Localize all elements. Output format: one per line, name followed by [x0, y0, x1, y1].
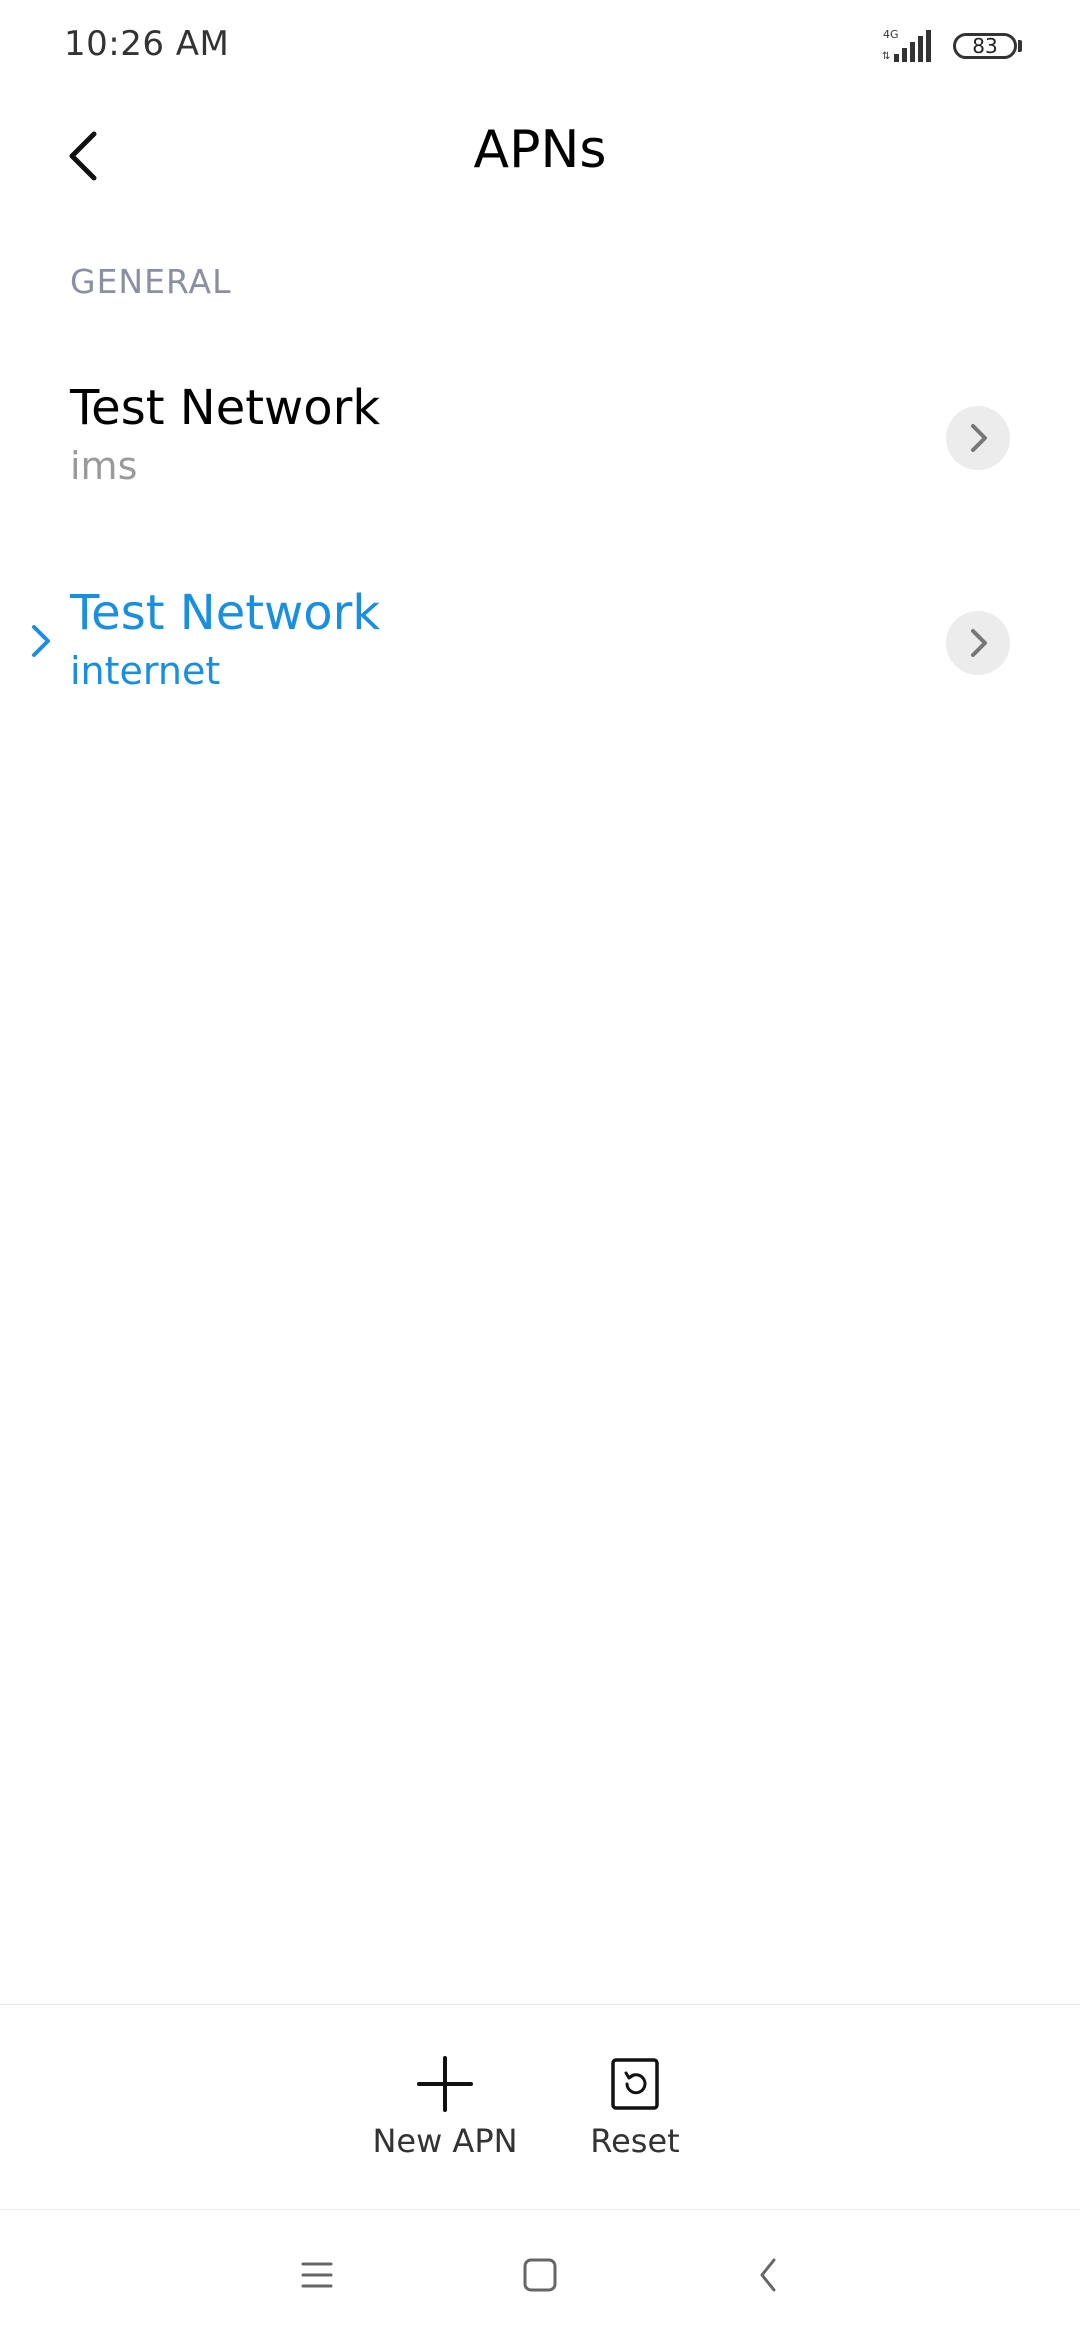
reset-button[interactable]: Reset — [550, 2040, 720, 2180]
svg-text:⇅: ⇅ — [882, 51, 890, 62]
new-apn-button[interactable]: New APN — [360, 2040, 530, 2180]
plus-icon — [417, 2056, 473, 2112]
new-apn-label: New APN — [372, 2122, 518, 2160]
system-navigation-bar — [0, 2210, 1080, 2340]
apn-details-button[interactable] — [946, 611, 1010, 675]
nav-back-icon[interactable] — [740, 2250, 800, 2300]
cellular-signal-icon: 4G ⇅ — [882, 28, 931, 62]
chevron-right-icon — [971, 424, 987, 452]
battery-tip — [1018, 40, 1022, 52]
selected-indicator-icon — [32, 625, 50, 657]
apn-type: ims — [70, 444, 138, 488]
apn-name: Test Network — [70, 380, 381, 436]
status-time: 10:26 AM — [64, 24, 230, 64]
apn-row-ims[interactable]: Test Network ims — [0, 350, 1080, 530]
app-header: APNs — [0, 96, 1080, 216]
reset-icon — [611, 2058, 659, 2110]
battery-level: 83 — [972, 34, 998, 58]
battery-icon: 83 — [953, 33, 1017, 59]
section-label-general: GENERAL — [70, 262, 232, 301]
apn-type: internet — [70, 649, 221, 693]
bottom-bar-divider — [0, 2004, 1080, 2005]
apn-details-button[interactable] — [946, 406, 1010, 470]
chevron-right-icon — [971, 629, 987, 657]
page-title: APNs — [473, 120, 607, 180]
home-square-icon[interactable] — [510, 2250, 570, 2300]
network-type-label: 4G — [883, 28, 899, 41]
recents-menu-icon[interactable] — [287, 2250, 347, 2300]
status-bar: 10:26 AM 4G ⇅ 83 — [0, 0, 1080, 96]
reset-label: Reset — [590, 2122, 680, 2160]
apn-row-internet[interactable]: Test Network internet — [0, 555, 1080, 735]
apn-name: Test Network — [70, 585, 381, 641]
